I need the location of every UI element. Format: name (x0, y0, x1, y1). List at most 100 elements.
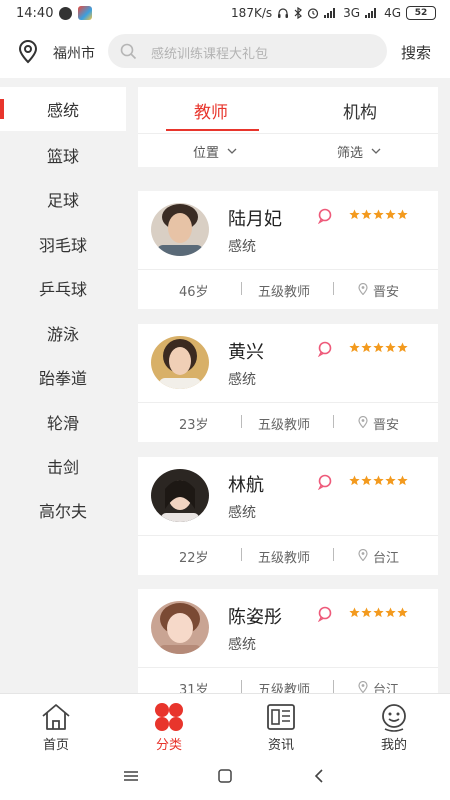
nav-label: 我的 (380, 738, 407, 753)
location-pin-icon (358, 283, 368, 295)
city-selector[interactable]: 福州市 (53, 43, 95, 63)
sidebar-item-label: 击剑 (46, 458, 79, 477)
signal-4g-label: 4G (384, 6, 401, 20)
star-icon (373, 342, 384, 353)
headphones-icon (278, 8, 289, 18)
sidebar-item-label: 乒乓球 (38, 280, 87, 299)
avatar (151, 601, 209, 654)
sidebar-item-football[interactable]: 足球 (0, 177, 126, 221)
rating-stars (349, 607, 408, 618)
location-filter-label: 位置 (193, 146, 220, 161)
active-indicator (0, 99, 4, 119)
profile-icon (382, 704, 406, 732)
star-icon (373, 475, 384, 486)
teacher-name: 黄兴 (228, 342, 264, 363)
tab-underline (166, 129, 259, 131)
nav-category[interactable]: 分类 (139, 700, 199, 753)
sidebar-item-badminton[interactable]: 羽毛球 (0, 222, 126, 266)
nav-label: 分类 (155, 738, 182, 753)
star-icon (373, 607, 384, 618)
home-icon (42, 704, 70, 730)
chevron-down-icon (371, 148, 381, 154)
teacher-age: 46岁 (179, 285, 209, 300)
nav-label: 首页 (42, 738, 69, 753)
location-pin-icon (358, 681, 368, 693)
tab-teachers[interactable]: 教师 (194, 98, 228, 123)
search-button[interactable]: 搜索 (401, 42, 431, 63)
signal-3g-label: 3G (343, 6, 361, 20)
nav-profile[interactable]: 我的 (364, 700, 424, 753)
teacher-level: 五级教师 (258, 683, 311, 693)
category-icon (155, 703, 183, 731)
screen-filter[interactable]: 筛选 (337, 142, 381, 161)
avatar (151, 203, 209, 256)
sidebar-item-label: 游泳 (46, 325, 79, 344)
chat-icon[interactable] (317, 606, 333, 622)
chat-icon[interactable] (317, 341, 333, 357)
teacher-age: 31岁 (179, 683, 209, 693)
back-icon[interactable] (311, 767, 329, 785)
app-notification-icon (78, 6, 93, 20)
rating-stars (349, 209, 408, 220)
star-icon (349, 209, 360, 220)
star-icon (397, 607, 408, 618)
alarm-icon (308, 8, 319, 19)
sidebar-item-skating[interactable]: 轮滑 (0, 400, 126, 444)
rating-stars (349, 342, 408, 353)
location-pin-icon (358, 549, 368, 561)
divider (138, 667, 438, 668)
search-input[interactable]: 感统训练课程大礼包 (108, 34, 387, 68)
teacher-level: 五级教师 (258, 551, 311, 566)
teacher-level: 五级教师 (258, 418, 311, 433)
divider (138, 535, 438, 536)
sidebar-item-swimming[interactable]: 游泳 (0, 311, 126, 355)
divider (138, 402, 438, 403)
star-icon (349, 475, 360, 486)
status-bar: 14:40 187K/s 3G 4G 52 (0, 0, 450, 26)
location-pin-icon (358, 416, 368, 428)
divider (138, 133, 438, 134)
separator (333, 415, 334, 428)
sidebar-item-golf[interactable]: 高尔夫 (0, 488, 126, 532)
location-filter[interactable]: 位置 (193, 142, 237, 161)
teacher-card[interactable]: 黄兴 感统 23岁 五级教师 晋安 (138, 324, 438, 442)
star-icon (397, 475, 408, 486)
chat-icon[interactable] (317, 474, 333, 490)
bluetooth-icon (294, 7, 303, 19)
menu-icon[interactable] (122, 767, 140, 785)
sidebar-item-fencing[interactable]: 击剑 (0, 444, 126, 488)
separator (241, 680, 242, 693)
system-nav (0, 753, 450, 800)
teacher-card[interactable]: 陆月妃 感统 46岁 五级教师 晋安 (138, 191, 438, 309)
star-icon (397, 209, 408, 220)
news-icon (267, 704, 295, 730)
teacher-name: 林航 (228, 475, 264, 496)
star-icon (373, 209, 384, 220)
nav-news[interactable]: 资讯 (251, 700, 311, 753)
sidebar-item-basketball[interactable]: 篮球 (0, 133, 126, 177)
notification-icon (59, 6, 73, 20)
sidebar-item-table-tennis[interactable]: 乒乓球 (0, 266, 126, 310)
sidebar-item-gantong[interactable]: 感统 (0, 87, 126, 131)
sidebar-item-taekwondo[interactable]: 跆拳道 (0, 355, 126, 399)
status-time: 14:40 (16, 5, 54, 21)
star-icon (361, 342, 372, 353)
location-icon[interactable] (17, 40, 39, 64)
nav-label: 资讯 (267, 738, 294, 753)
teacher-category: 感统 (228, 239, 256, 255)
signal-icon (324, 8, 336, 18)
teacher-name: 陆月妃 (228, 209, 282, 230)
nav-home[interactable]: 首页 (26, 700, 86, 753)
avatar (151, 469, 209, 522)
network-speed: 187K/s (231, 6, 273, 20)
teacher-card[interactable]: 林航 感统 22岁 五级教师 台江 (138, 457, 438, 575)
teacher-card[interactable]: 陈姿彤 感统 31岁 五级教师 台江 (138, 589, 438, 693)
home-square-icon[interactable] (216, 767, 234, 785)
chat-icon[interactable] (317, 208, 333, 224)
teacher-area: 台江 (373, 683, 400, 693)
star-icon (385, 607, 396, 618)
tab-institutions[interactable]: 机构 (343, 98, 377, 123)
sidebar-item-label: 轮滑 (46, 414, 79, 433)
signal-icon (365, 8, 377, 18)
star-icon (349, 607, 360, 618)
